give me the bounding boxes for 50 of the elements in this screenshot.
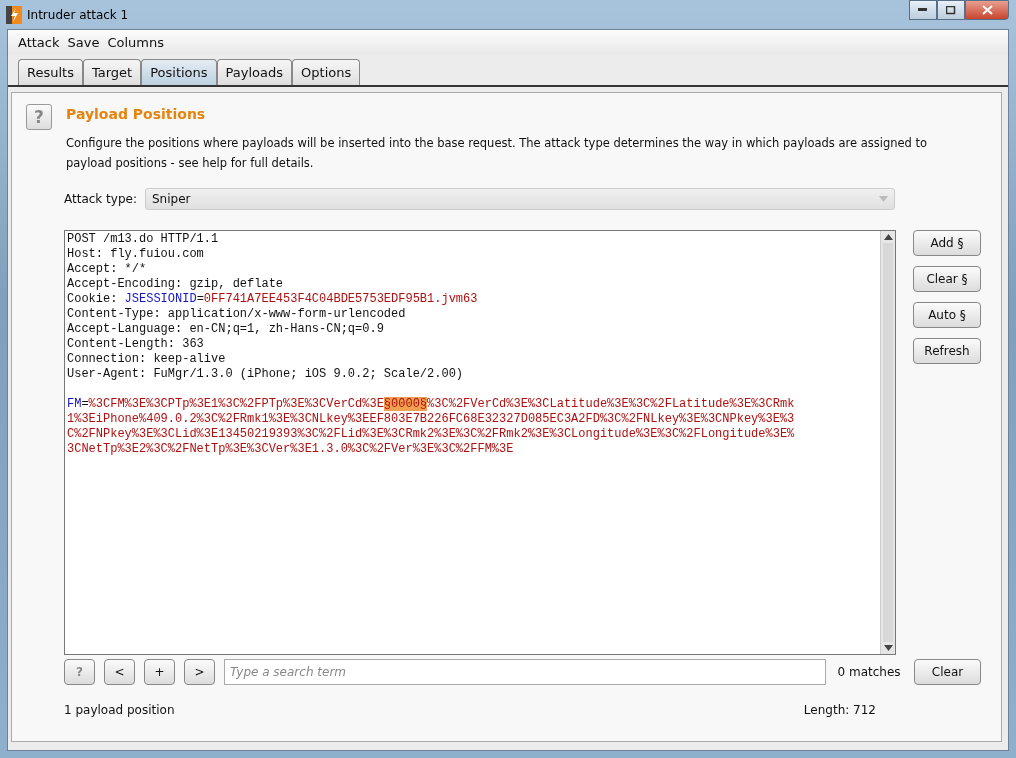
request-line: 1%3EiPhone%409.0.2%3C%2FRmk1%3E%3CNLkey%3EEF803E7B226FC68E32327D085EC3A2FD%3C%2FNLkey%3E%3CNPkey%3E%3: [67, 412, 796, 427]
scroll-down-icon[interactable]: [883, 645, 893, 651]
request-line: Cookie: JSESSIONID=0FF741A7EE453F4C04BDE5753EDF95B1.jvm63: [67, 292, 479, 307]
request-line: User-Agent: FuMgr/1.3.0 (iPhone; iOS 9.0.2; Scale/2.00): [67, 367, 465, 382]
request-line: Host: fly.fuiou.com: [67, 247, 205, 262]
tab[interactable]: Results: [18, 59, 83, 85]
action-button[interactable]: Refresh: [913, 338, 981, 364]
menu-item[interactable]: Save: [67, 34, 100, 50]
menu-item[interactable]: Columns: [107, 34, 164, 50]
tab[interactable]: Target: [82, 59, 142, 85]
attack-type-dropdown[interactable]: Sniper: [145, 188, 895, 210]
close-button[interactable]: [965, 0, 1009, 20]
caret-icon: [879, 196, 888, 202]
menu-item[interactable]: Attack: [18, 34, 60, 50]
section-description: Configure the positions where payloads will be inserted into the base request. The attack type determines the way in which payloads are assigned to payload positions - see help for full details.: [66, 135, 929, 172]
action-button[interactable]: Clear §: [913, 266, 981, 292]
maximize-button[interactable]: [937, 0, 965, 20]
action-button[interactable]: Add §: [913, 230, 981, 256]
request-line: Content-Type: application/x-www-form-urlencoded: [67, 307, 407, 322]
search-nav-button[interactable]: +: [144, 659, 175, 685]
request-line: Connection: keep-alive: [67, 352, 227, 367]
maximize-icon: [946, 5, 956, 15]
tab[interactable]: Payloads: [216, 59, 293, 85]
attack-type-label: Attack type:: [64, 192, 137, 206]
match-count: 0 matches: [837, 665, 902, 679]
search-nav-button[interactable]: >: [184, 659, 215, 685]
request-line: 3CNetTp%3E2%3C%2FNetTp%3E%3CVer%3E1.3.0%3C%2FVer%3E%3C%2FFM%3E: [67, 442, 515, 457]
section-title: Payload Positions: [66, 106, 207, 122]
search-nav-button[interactable]: <: [104, 659, 135, 685]
tab[interactable]: Options: [292, 59, 361, 85]
window-title: Intruder attack 1: [27, 7, 129, 22]
search-field[interactable]: Type a search term: [224, 659, 826, 685]
tab[interactable]: Positions: [141, 59, 217, 85]
request-line: Accept-Encoding: gzip, deflate: [67, 277, 285, 292]
request-line: C%2FNPkey%3E%3CLid%3E13450219393%3C%2FLid%3E%3CRmk2%3E%3C%2FRmk2%3E%3CLongitude%3E%3C%2FLongitude%3E%: [67, 427, 796, 442]
request-line: Accept: */*: [67, 262, 148, 277]
request-length: Length: 712: [803, 703, 876, 717]
minimize-button[interactable]: [909, 0, 937, 20]
app-logo-icon: [6, 5, 22, 24]
scroll-up-icon[interactable]: [883, 234, 893, 240]
close-icon: [981, 5, 993, 15]
clear-button[interactable]: Clear: [914, 659, 981, 685]
request-editor[interactable]: [64, 230, 896, 655]
minimize-icon: [918, 8, 928, 12]
request-line: POST /m13.do HTTP/1.1: [67, 232, 220, 247]
vertical-scrollbar[interactable]: [880, 231, 895, 654]
action-button[interactable]: Auto §: [913, 302, 981, 328]
request-line: Content-Length: 363: [67, 337, 205, 352]
payload-position-count: 1 payload position: [64, 703, 175, 717]
request-line: Accept-Language: en-CN;q=1, zh-Hans-CN;q=0.9: [67, 322, 385, 337]
